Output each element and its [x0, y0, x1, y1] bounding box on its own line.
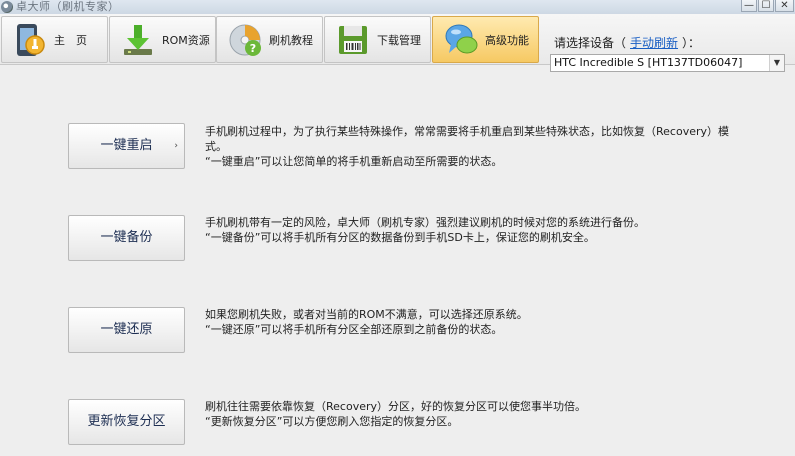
- device-selected-value: HTC Incredible S [HT137TD06047]: [554, 56, 743, 69]
- button-label: 更新恢复分区: [87, 414, 166, 429]
- close-button[interactable]: ✕: [775, 0, 794, 12]
- submenu-arrow-icon: ›: [174, 141, 178, 151]
- svg-text:?: ?: [250, 42, 256, 55]
- tab-home[interactable]: 主 页: [1, 16, 108, 63]
- tab-label: 刷机教程: [269, 34, 313, 47]
- device-prompt-text: 请选择设备（: [554, 36, 627, 50]
- tab-label: 主 页: [54, 34, 87, 47]
- description-line: “一键重启”可以让您简单的将手机重新启动至所需要的状态。: [205, 155, 503, 168]
- description-line: 手机刷机过程中，为了执行某些特殊操作，常常需要将手机重启到某些特殊状态，比如恢复…: [205, 125, 730, 153]
- description-line: “一键备份”可以将手机所有分区的数据备份到手机SD卡上，保证您的刷机安全。: [205, 231, 595, 244]
- tab-download-manager[interactable]: 下载管理: [324, 16, 431, 63]
- window-title: 卓大师（刷机专家）: [16, 0, 120, 13]
- one-key-backup-button[interactable]: 一键备份: [68, 215, 185, 261]
- home-phone-icon: [17, 24, 45, 56]
- description-line: “一键还原”可以将手机所有分区全部还原到之前备份的状态。: [205, 323, 503, 336]
- manual-refresh-link[interactable]: 手动刷新: [630, 36, 678, 50]
- update-recovery-button[interactable]: 更新恢复分区: [68, 399, 185, 445]
- chevron-down-icon[interactable]: ▼: [769, 55, 784, 71]
- restore-description: 如果您刷机失败，或者对当前的ROM不满意，可以选择还原系统。 “一键还原”可以将…: [205, 307, 735, 337]
- one-key-reboot-button[interactable]: 一键重启 ›: [68, 123, 185, 169]
- button-label: 一键还原: [100, 322, 153, 337]
- one-key-restore-button[interactable]: 一键还原: [68, 307, 185, 353]
- description-line: 手机刷机带有一定的风险，卓大师（刷机专家）强烈建议刷机的时候对您的系统进行备份。: [205, 216, 645, 229]
- rom-download-icon: [124, 25, 152, 55]
- device-select[interactable]: HTC Incredible S [HT137TD06047] ▼: [550, 54, 785, 72]
- button-label: 一键备份: [100, 230, 153, 245]
- title-bar: 卓大师（刷机专家） — ☐ ✕: [0, 0, 795, 14]
- reboot-description: 手机刷机过程中，为了执行某些特殊操作，常常需要将手机重启到某些特殊状态，比如恢复…: [205, 124, 735, 169]
- button-label: 一键重启: [100, 138, 153, 153]
- recovery-description: 刷机往往需要依靠恢复（Recovery）分区，好的恢复分区可以使您事半功倍。 “…: [205, 399, 735, 429]
- tab-label: 高级功能: [485, 34, 529, 47]
- main-toolbar: 主 页 ROM资源 ? 刷机教程 下载管理 高级功能 请选择设备（ 手动刷新 ）…: [0, 14, 795, 72]
- download-manager-icon: [339, 26, 367, 54]
- device-prompt-end: ）：: [682, 36, 701, 50]
- description-line: 如果您刷机失败，或者对当前的ROM不满意，可以选择还原系统。: [205, 308, 528, 321]
- tab-label: 下载管理: [377, 34, 421, 47]
- maximize-button[interactable]: ☐: [758, 0, 774, 12]
- minimize-button[interactable]: —: [741, 0, 757, 12]
- description-line: “更新恢复分区”可以方便您刷入您指定的恢复分区。: [205, 415, 459, 428]
- tab-label: ROM资源: [162, 34, 210, 47]
- description-line: 刷机往往需要依靠恢复（Recovery）分区，好的恢复分区可以使您事半功倍。: [205, 400, 587, 413]
- app-logo-icon: [1, 1, 13, 13]
- advanced-chat-icon: [445, 24, 478, 54]
- tab-flash-tutorial[interactable]: ? 刷机教程: [216, 16, 323, 63]
- help-cd-icon: ?: [229, 24, 261, 56]
- backup-description: 手机刷机带有一定的风险，卓大师（刷机专家）强烈建议刷机的时候对您的系统进行备份。…: [205, 215, 735, 245]
- device-prompt: 请选择设备（ 手动刷新 ）：: [554, 34, 700, 51]
- tab-rom-resources[interactable]: ROM资源: [109, 16, 216, 63]
- tab-advanced-features[interactable]: 高级功能: [432, 16, 539, 63]
